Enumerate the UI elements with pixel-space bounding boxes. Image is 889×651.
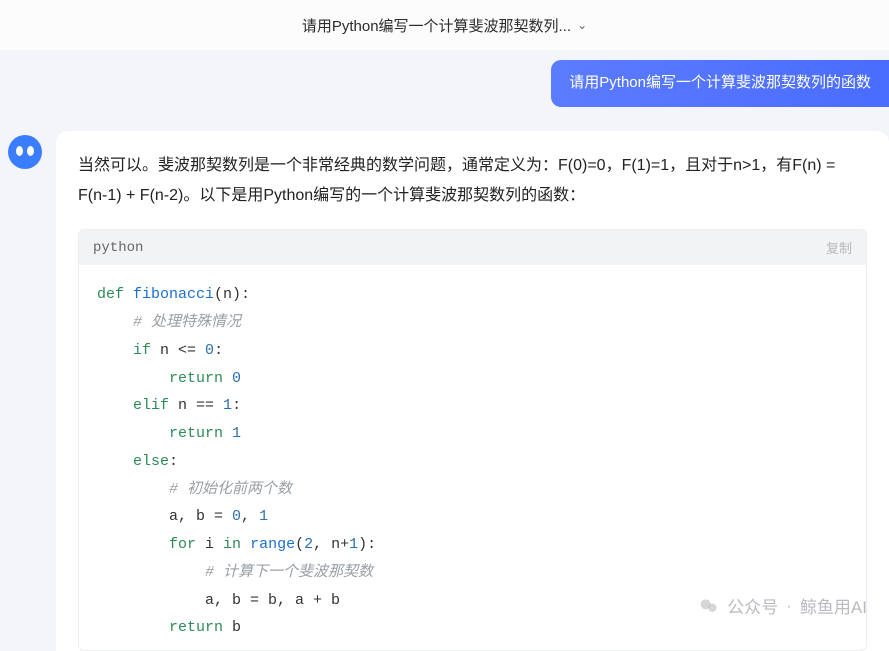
assistant-card: 当然可以。斐波那契数列是一个非常经典的数学问题，通常定义为：F(0)=0，F(1…: [56, 131, 889, 651]
user-message-bubble: 请用Python编写一个计算斐波那契数列的函数: [551, 60, 889, 107]
title-dropdown[interactable]: 请用Python编写一个计算斐波那契数列... ⌄: [302, 15, 587, 36]
conversation-title: 请用Python编写一个计算斐波那契数列...: [302, 15, 571, 36]
topbar: 请用Python编写一个计算斐波那契数列... ⌄: [0, 0, 889, 50]
assistant-row: 当然可以。斐波那契数列是一个非常经典的数学问题，通常定义为：F(0)=0，F(1…: [0, 131, 889, 651]
code-block: python 复制 def fibonacci(n): # 处理特殊情况 if …: [78, 229, 867, 651]
user-message-row: 请用Python编写一个计算斐波那契数列的函数: [0, 60, 889, 107]
copy-button[interactable]: 复制: [826, 238, 852, 257]
user-message-text: 请用Python编写一个计算斐波那契数列的函数: [569, 74, 871, 91]
chevron-down-icon: ⌄: [577, 18, 587, 32]
assistant-response-text: 当然可以。斐波那契数列是一个非常经典的数学问题，通常定义为：F(0)=0，F(1…: [78, 151, 867, 212]
code-body[interactable]: def fibonacci(n): # 处理特殊情况 if n <= 0: re…: [79, 265, 866, 650]
assistant-avatar: [8, 135, 42, 169]
code-language-label: python: [93, 240, 143, 256]
code-header: python 复制: [79, 230, 866, 265]
